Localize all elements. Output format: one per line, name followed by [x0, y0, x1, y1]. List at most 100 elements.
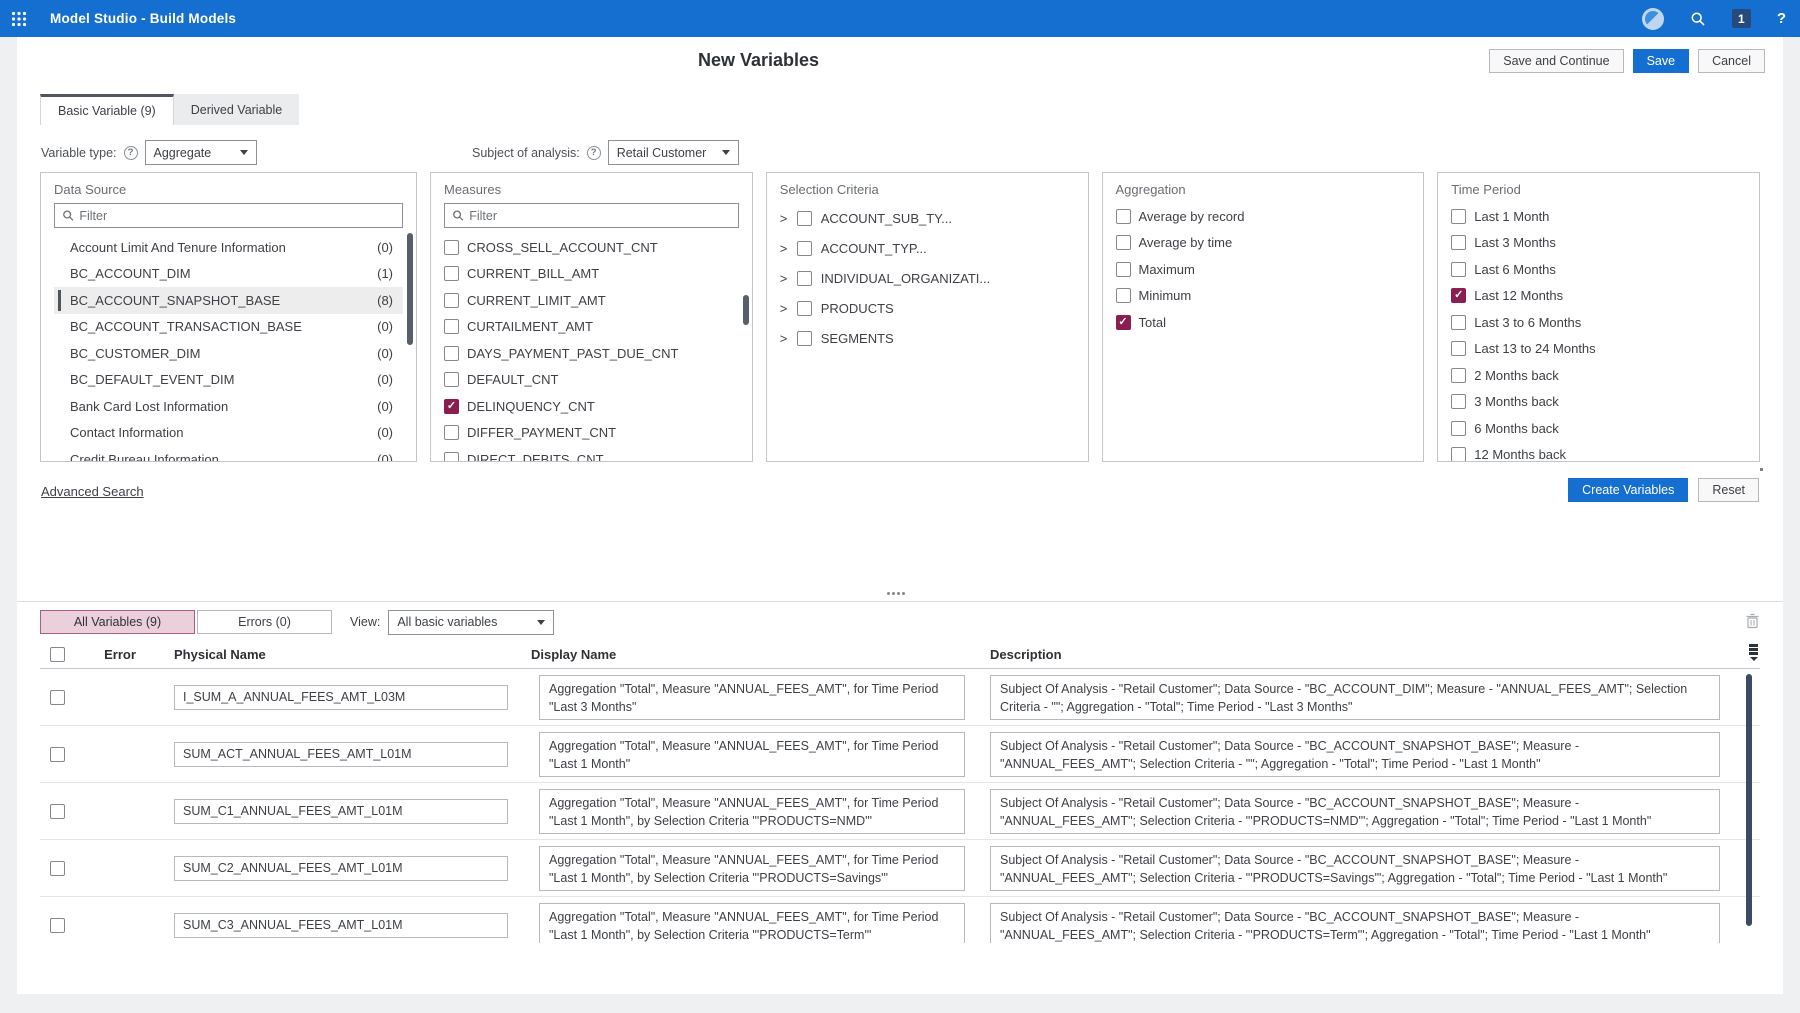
row-checkbox[interactable] [50, 804, 65, 819]
selection-criteria-item[interactable]: PRODUCTS [780, 293, 1075, 323]
notification-badge[interactable]: 1 [1732, 9, 1751, 28]
aggregation-item[interactable]: Maximum [1116, 256, 1411, 283]
checkbox-icon[interactable] [444, 425, 459, 440]
expand-chevron-icon[interactable] [780, 211, 788, 226]
checkbox-icon[interactable] [797, 271, 812, 286]
tab-errors[interactable]: Errors (0) [197, 610, 332, 634]
data-source-item[interactable]: BC_DEFAULT_EVENT_DIM (0) [54, 367, 403, 394]
tab-basic-variable[interactable]: Basic Variable (9) [40, 94, 174, 125]
data-source-item[interactable]: Bank Card Lost Information (0) [54, 393, 403, 420]
checkbox-icon[interactable] [444, 372, 459, 387]
checkbox-icon[interactable] [444, 293, 459, 308]
measure-item[interactable]: DIRECT_DEBITS_CNT [444, 446, 739, 462]
selection-criteria-item[interactable]: SEGMENTS [780, 323, 1075, 353]
cancel-button[interactable]: Cancel [1698, 49, 1765, 73]
measure-item[interactable]: DIFFER_PAYMENT_CNT [444, 420, 739, 447]
data-source-item[interactable]: BC_ACCOUNT_SNAPSHOT_BASE (8) [54, 287, 403, 314]
select-all-checkbox[interactable] [50, 647, 65, 662]
physical-name-input[interactable] [174, 685, 508, 710]
description-box[interactable]: Subject Of Analysis - "Retail Customer";… [990, 789, 1720, 834]
checkbox-icon[interactable] [1451, 235, 1466, 250]
description-box[interactable]: Subject Of Analysis - "Retail Customer";… [990, 675, 1720, 720]
aggregation-item[interactable]: Average by record [1116, 203, 1411, 230]
description-box[interactable]: Subject Of Analysis - "Retail Customer";… [990, 846, 1720, 891]
time-period-item[interactable]: Last 3 to 6 Months [1451, 309, 1746, 336]
create-variables-button[interactable]: Create Variables [1568, 478, 1688, 502]
measure-item[interactable]: DAYS_PAYMENT_PAST_DUE_CNT [444, 340, 739, 367]
checkbox-icon[interactable] [1116, 262, 1131, 277]
reset-button[interactable]: Reset [1698, 478, 1759, 502]
view-select[interactable]: All basic variables [388, 610, 554, 635]
display-name-box[interactable]: Aggregation "Total", Measure "ANNUAL_FEE… [539, 732, 965, 777]
display-name-box[interactable]: Aggregation "Total", Measure "ANNUAL_FEE… [539, 846, 965, 891]
data-source-item[interactable]: BC_CUSTOMER_DIM (0) [54, 340, 403, 367]
subject-of-analysis-select[interactable]: Retail Customer [608, 140, 739, 165]
checkbox-icon[interactable] [444, 266, 459, 281]
checkbox-icon[interactable] [1116, 288, 1131, 303]
selection-criteria-item[interactable]: ACCOUNT_TYP... [780, 233, 1075, 263]
checkbox-icon[interactable] [1451, 421, 1466, 436]
row-checkbox[interactable] [50, 747, 65, 762]
checkbox-icon[interactable] [797, 241, 812, 256]
time-period-item[interactable]: Last 12 Months [1451, 283, 1746, 310]
checkbox-icon[interactable] [444, 240, 459, 255]
physical-name-input[interactable] [174, 913, 508, 938]
time-period-item[interactable]: Last 1 Month [1451, 203, 1746, 230]
data-source-item[interactable]: Credit Bureau Information (0) [54, 446, 403, 462]
row-checkbox[interactable] [50, 861, 65, 876]
description-box[interactable]: Subject Of Analysis - "Retail Customer";… [990, 732, 1720, 777]
data-source-item[interactable]: Account Limit And Tenure Information (0) [54, 234, 403, 261]
checkbox-icon[interactable] [1451, 315, 1466, 330]
checkbox-icon[interactable] [1116, 235, 1131, 250]
expand-chevron-icon[interactable] [780, 271, 788, 286]
measure-item[interactable]: CURRENT_BILL_AMT [444, 261, 739, 288]
checkbox-icon[interactable] [1116, 315, 1131, 330]
data-source-scrollbar[interactable] [407, 233, 413, 345]
measures-filter-input[interactable] [469, 209, 731, 223]
checkbox-icon[interactable] [797, 211, 812, 226]
save-button[interactable]: Save [1633, 49, 1690, 73]
time-period-item[interactable]: Last 6 Months [1451, 256, 1746, 283]
data-source-filter-input[interactable] [79, 209, 395, 223]
advanced-search-link[interactable]: Advanced Search [41, 484, 144, 499]
checkbox-icon[interactable] [1451, 262, 1466, 277]
checkbox-icon[interactable] [1451, 368, 1466, 383]
measures-filter[interactable] [444, 203, 739, 228]
row-checkbox[interactable] [50, 918, 65, 933]
column-physical-name[interactable]: Physical Name [165, 647, 522, 662]
time-period-item[interactable]: Last 3 Months [1451, 230, 1746, 257]
checkbox-icon[interactable] [444, 399, 459, 414]
expand-chevron-icon[interactable] [780, 241, 788, 256]
tab-derived-variable[interactable]: Derived Variable [174, 94, 299, 125]
display-name-box[interactable]: Aggregation "Total", Measure "ANNUAL_FEE… [539, 903, 965, 944]
data-source-item[interactable]: BC_ACCOUNT_DIM (1) [54, 261, 403, 288]
data-source-filter[interactable] [54, 203, 403, 228]
column-display-name[interactable]: Display Name [522, 647, 970, 662]
time-period-item[interactable]: 2 Months back [1451, 362, 1746, 389]
checkbox-icon[interactable] [444, 319, 459, 334]
display-name-box[interactable]: Aggregation "Total", Measure "ANNUAL_FEE… [539, 675, 965, 720]
variable-type-select[interactable]: Aggregate [145, 140, 257, 165]
time-period-item[interactable]: 3 Months back [1451, 389, 1746, 416]
aggregation-item[interactable]: Minimum [1116, 283, 1411, 310]
checkbox-icon[interactable] [1451, 209, 1466, 224]
data-source-item[interactable]: BC_ACCOUNT_TRANSACTION_BASE (0) [54, 314, 403, 341]
row-checkbox[interactable] [50, 690, 65, 705]
checkbox-icon[interactable] [444, 452, 459, 462]
checkbox-icon[interactable] [1116, 209, 1131, 224]
measure-item[interactable]: DELINQUENCY_CNT [444, 393, 739, 420]
selection-criteria-item[interactable]: ACCOUNT_SUB_TY... [780, 203, 1075, 233]
column-error[interactable]: Error [75, 647, 165, 662]
delete-icon[interactable] [1745, 613, 1760, 632]
expand-chevron-icon[interactable] [780, 331, 788, 346]
app-switcher-icon[interactable] [0, 0, 38, 37]
aggregation-item[interactable]: Average by time [1116, 230, 1411, 257]
save-and-continue-button[interactable]: Save and Continue [1489, 49, 1623, 73]
measure-item[interactable]: DEFAULT_CNT [444, 367, 739, 394]
time-period-item[interactable]: 6 Months back [1451, 415, 1746, 442]
time-period-item[interactable]: Last 13 to 24 Months [1451, 336, 1746, 363]
subject-of-analysis-info-icon[interactable]: ? [587, 146, 601, 160]
physical-name-input[interactable] [174, 742, 508, 767]
checkbox-icon[interactable] [444, 346, 459, 361]
time-period-item[interactable]: 12 Months back [1451, 442, 1746, 463]
